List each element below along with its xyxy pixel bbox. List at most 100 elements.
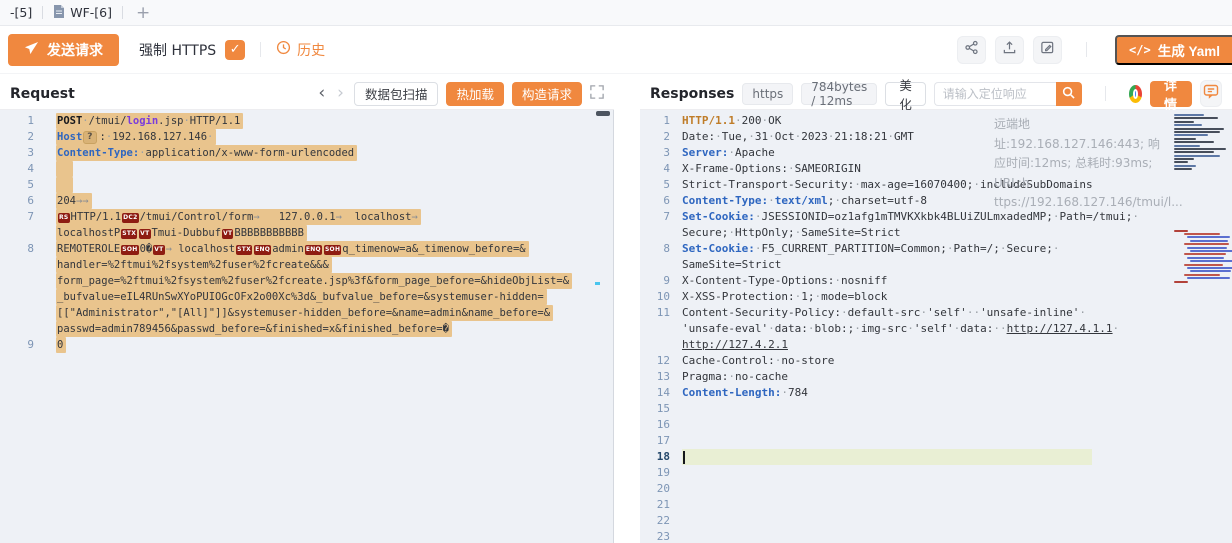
- code-text: RSHTTP/1.1DC2/tmui/Control/form→ 127.0.0…: [56, 209, 421, 225]
- code-text: X-Content-Type-Options:·nosniff: [682, 273, 887, 289]
- code-text: Date:·Tue,·31·Oct·2023·21:18:21·GMT: [682, 129, 914, 145]
- line-number: 23: [640, 529, 670, 543]
- line-number: 4: [640, 161, 670, 177]
- code-line[interactable]: 15: [640, 401, 1232, 417]
- code-line[interactable]: localhostPSTXVTTmui-DubbufVTBBBBBBBBBBB: [0, 225, 614, 241]
- code-line[interactable]: 2Host?:·192.168.127.146·: [0, 129, 614, 145]
- line-number: 11: [640, 305, 670, 321]
- line-number: 20: [640, 481, 670, 497]
- prev-packet-button[interactable]: ‹: [316, 85, 327, 102]
- search-button[interactable]: [1056, 82, 1082, 106]
- code-text: _bufvalue=eIL4RUnSwXYoPUIOGcOFx2o00Xc%3d…: [56, 289, 547, 305]
- code-line[interactable]: passwd=admin789456&passwd_before=&finish…: [0, 321, 614, 337]
- fullscreen-icon[interactable]: [590, 84, 604, 103]
- code-line[interactable]: 16: [640, 417, 1232, 433]
- code-line[interactable]: 22: [640, 513, 1232, 529]
- code-text: 0: [56, 337, 66, 353]
- code-line[interactable]: 8Set-Cookie:·F5_CURRENT_PARTITION=Common…: [640, 241, 1232, 257]
- code-line[interactable]: 21: [640, 497, 1232, 513]
- code-line[interactable]: 6204→→: [0, 193, 614, 209]
- code-line[interactable]: SameSite=Strict: [640, 257, 1232, 273]
- line-number: 12: [640, 353, 670, 369]
- line-number: [0, 273, 34, 289]
- response-panel-header: Responses https 784bytes / 12ms 美化 详情: [640, 78, 1232, 110]
- code-text: REMOTEROLESOH0�VT→ localhostSTXENQadminE…: [56, 241, 529, 257]
- code-text: X-XSS-Protection:·1;·mode=block: [682, 289, 887, 305]
- code-line[interactable]: 20: [640, 481, 1232, 497]
- request-code: 1 POST·/tmui/login.jsp·HTTP/1.12Host?:·19…: [0, 113, 614, 353]
- paper-plane-icon: [24, 41, 39, 59]
- hot-reload-button[interactable]: 热加载: [446, 82, 504, 106]
- export-button[interactable]: [995, 36, 1024, 64]
- code-line[interactable]: 12Cache-Control:·no-store: [640, 353, 1232, 369]
- code-text: HTTP/1.1·200·OK: [682, 113, 781, 129]
- history-button[interactable]: 历史: [276, 40, 325, 60]
- locate-response-search: [934, 82, 1082, 106]
- line-number: [640, 321, 670, 337]
- code-line[interactable]: 11Content-Security-Policy:·default-src·'…: [640, 305, 1232, 321]
- code-line[interactable]: 19: [640, 465, 1232, 481]
- line-number: 10: [640, 289, 670, 305]
- line-number: 9: [640, 273, 670, 289]
- code-text: POST·/tmui/login.jsp·HTTP/1.1: [56, 113, 243, 129]
- line-number: [0, 289, 34, 305]
- new-tab-button[interactable]: +: [123, 1, 163, 25]
- toolbar-right-group: </> 生成 Yaml: [957, 35, 1232, 65]
- code-line[interactable]: 9 X-Content-Type-Options:·nosniff: [640, 273, 1232, 289]
- response-minimap[interactable]: [1174, 112, 1230, 536]
- code-line[interactable]: [["Administrator","[All]"]]&systemuser-h…: [0, 305, 614, 321]
- request-scrollbar[interactable]: [595, 110, 614, 543]
- code-line[interactable]: 1 POST·/tmui/login.jsp·HTTP/1.1: [0, 113, 614, 129]
- code-line[interactable]: 14Content-Length:·784: [640, 385, 1232, 401]
- comment-button[interactable]: [1200, 80, 1222, 107]
- code-line[interactable]: 90: [0, 337, 614, 353]
- scrollbar-thumb[interactable]: [596, 111, 610, 116]
- line-number: 6: [0, 193, 34, 209]
- code-line[interactable]: http://127.4.2.1: [640, 337, 1232, 353]
- beautify-button[interactable]: 美化: [885, 82, 925, 106]
- code-line[interactable]: 8REMOTEROLESOH0�VT→ localhostSTXENQadmin…: [0, 241, 614, 257]
- code-text: [56, 161, 73, 177]
- request-editor[interactable]: 1 POST·/tmui/login.jsp·HTTP/1.12Host?:·19…: [0, 110, 614, 543]
- edit-button[interactable]: [1033, 36, 1062, 64]
- code-line[interactable]: 3Content-Type:·application/x-www-form-ur…: [0, 145, 614, 161]
- code-text: Pragma:·no-cache: [682, 369, 788, 385]
- line-number: 14: [640, 385, 670, 401]
- toolbar-divider: [260, 42, 261, 57]
- generate-yaml-button[interactable]: </> 生成 Yaml: [1115, 35, 1232, 65]
- code-line[interactable]: 5: [0, 177, 614, 193]
- request-panel: Request ‹ › 数据包扫描 热加载 构造请求 1POST·/tmui/l…: [0, 78, 614, 543]
- code-line[interactable]: 17: [640, 433, 1232, 449]
- code-line[interactable]: 7RSHTTP/1.1DC2/tmui/Control/form→ 127.0.…: [0, 209, 614, 225]
- tab-wf-6[interactable]: WF-[6]: [43, 0, 122, 25]
- remote-address-info: 远端地址:192.168.127.146:443; 响 应时间:12ms; 总耗…: [994, 115, 1166, 213]
- force-https-checkbox[interactable]: ✓: [225, 40, 245, 60]
- tab-wf-5[interactable]: -[5]: [0, 0, 42, 25]
- next-packet-button[interactable]: ›: [335, 85, 346, 102]
- code-line[interactable]: 13Pragma:·no-cache: [640, 369, 1232, 385]
- code-line[interactable]: 23: [640, 529, 1232, 543]
- line-number: 4: [0, 161, 34, 177]
- export-icon: [1002, 40, 1017, 59]
- code-line[interactable]: 'unsafe-eval'·data:·blob:;·img-src·'self…: [640, 321, 1232, 337]
- line-number: 1: [0, 113, 34, 129]
- code-line[interactable]: form_page=%2ftmui%2fsystem%2fuser%2fcrea…: [0, 273, 614, 289]
- code-line[interactable]: Secure;·HttpOnly;·SameSite=Strict: [640, 225, 1232, 241]
- line-number: [0, 257, 34, 273]
- code-line[interactable]: handler=%2ftmui%2fsystem%2fuser%2fcreate…: [0, 257, 614, 273]
- code-line[interactable]: _bufvalue=eIL4RUnSwXYoPUIOGcOFx2o00Xc%3d…: [0, 289, 614, 305]
- response-editor[interactable]: 1HTTP/1.1·200·OK2Date:·Tue,·31·Oct·2023·…: [640, 110, 1232, 543]
- code-line[interactable]: 10 X-XSS-Protection:·1;·mode=block: [640, 289, 1232, 305]
- send-request-button[interactable]: 发送请求: [8, 34, 119, 66]
- search-input[interactable]: [934, 82, 1056, 106]
- packet-scan-button[interactable]: 数据包扫描: [354, 82, 439, 106]
- code-text: Server:·Apache: [682, 145, 775, 161]
- open-in-chrome-icon[interactable]: [1129, 85, 1142, 103]
- code-line[interactable]: 18: [640, 449, 1232, 465]
- panel-resizer[interactable]: [614, 78, 640, 543]
- code-line[interactable]: 4: [0, 161, 614, 177]
- code-text: handler=%2ftmui%2fsystem%2fuser%2fcreate…: [56, 257, 332, 273]
- share-button[interactable]: [957, 36, 986, 64]
- construct-request-button[interactable]: 构造请求: [512, 82, 582, 106]
- details-button[interactable]: 详情: [1150, 81, 1193, 107]
